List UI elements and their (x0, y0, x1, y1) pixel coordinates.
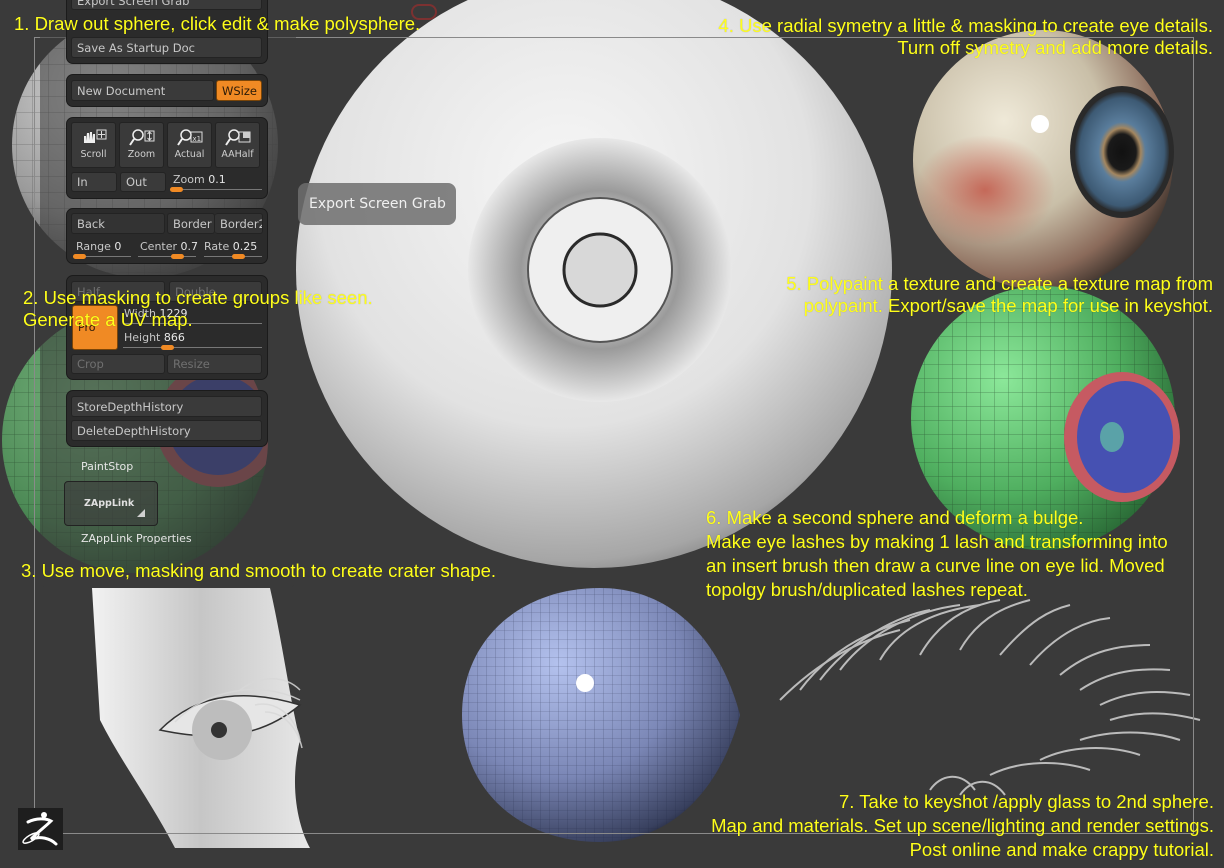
document-frame-left (34, 37, 35, 833)
zapplink-button[interactable]: ZAppLink (64, 481, 158, 526)
step-3-note: 3. Use move, masking and smooth to creat… (21, 560, 497, 581)
range-slider-label: Range 0 (76, 240, 122, 253)
border2-color-button[interactable]: Border2 (215, 213, 263, 234)
actual-button[interactable]: x1 Actual (167, 122, 212, 168)
scroll-label: Scroll (80, 149, 107, 160)
height-slider-label: Height 866 (124, 331, 185, 344)
step-4-note: 4. Use radial symetry a little & masking… (718, 15, 1213, 58)
delete-depth-history-button[interactable]: DeleteDepthHistory (71, 420, 262, 441)
tooltip-export-screen-grab: Export Screen Grab (298, 183, 456, 225)
zapplink-properties-label[interactable]: ZAppLink Properties (81, 532, 192, 545)
crop-button[interactable]: Crop (71, 354, 165, 374)
range-slider-knob[interactable] (73, 254, 86, 259)
step-7-note: 7. Take to keyshot /apply glass to 2nd s… (711, 791, 1214, 860)
zoom-slider-knob[interactable] (170, 187, 183, 192)
actual-label: Actual (174, 149, 205, 160)
resize-button[interactable]: Resize (167, 354, 262, 374)
height-slider-knob[interactable] (161, 345, 174, 350)
svg-text:x1: x1 (192, 135, 201, 143)
center-slider-label: Center 0.7 (140, 240, 199, 253)
dropdown-corner-icon (137, 509, 145, 517)
border-color-button[interactable]: Border (167, 213, 215, 234)
center-slider-track[interactable] (138, 256, 196, 257)
save-as-startup-doc-button[interactable]: Save As Startup Doc (71, 37, 262, 58)
store-depth-history-button[interactable]: StoreDepthHistory (71, 396, 262, 417)
height-slider-track[interactable] (123, 347, 262, 348)
step-1-note: 1. Draw out sphere, click edit & make po… (14, 13, 421, 34)
aahalf-button[interactable]: AAHalf (215, 122, 260, 168)
magnifier-aahalf-icon (216, 123, 259, 149)
zapplink-label: ZAppLink (84, 498, 135, 509)
zoom-out-button[interactable]: Out (120, 172, 166, 192)
step-5-note: 5. Polypaint a texture and create a text… (786, 273, 1213, 316)
magnifier-actual-icon: x1 (168, 123, 211, 149)
zoom-button[interactable]: Zoom (119, 122, 164, 168)
zoom-label: Zoom (127, 149, 156, 160)
document-frame-right (1193, 37, 1194, 833)
rate-slider-label: Rate 0.25 (204, 240, 258, 253)
magnifier-zoom-icon (120, 123, 163, 149)
new-document-button[interactable]: New Document (71, 80, 214, 101)
zbrush-logo-icon[interactable] (18, 808, 63, 850)
scroll-button[interactable]: Scroll (71, 122, 116, 168)
aahalf-label: AAHalf (221, 149, 254, 160)
zoom-slider-track[interactable] (170, 189, 262, 190)
back-color-button[interactable]: Back (71, 213, 165, 234)
rate-slider-knob[interactable] (232, 254, 245, 259)
center-slider-knob[interactable] (171, 254, 184, 259)
step-2-note: 2. Use masking to create groups like see… (23, 287, 373, 330)
zoom-slider-label: Zoom 0.1 (173, 173, 226, 186)
hand-scroll-icon (72, 123, 115, 149)
export-screen-grab-button[interactable]: Export Screen Grab (71, 0, 262, 10)
zoom-in-button[interactable]: In (71, 172, 117, 192)
paintstop-label[interactable]: PaintStop (81, 460, 133, 473)
wsize-button[interactable]: WSize (216, 80, 262, 101)
step-6-note: 6. Make a second sphere and deform a bul… (706, 507, 1168, 600)
